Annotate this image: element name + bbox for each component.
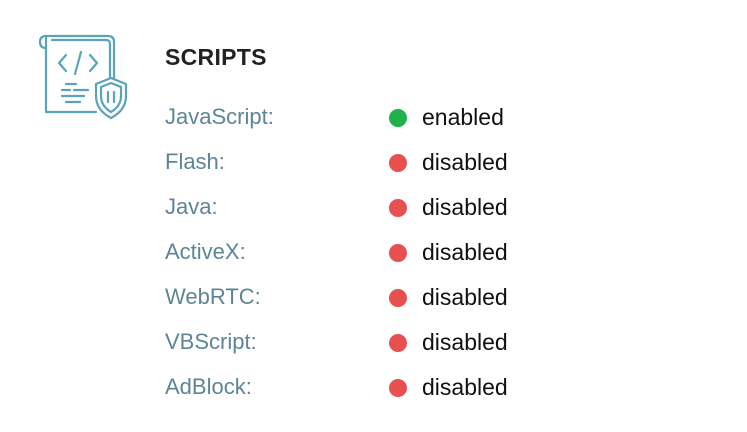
status-dot-icon	[389, 289, 407, 307]
setting-label: Flash:	[165, 149, 225, 174]
setting-label: JavaScript:	[165, 104, 274, 129]
list-item: ActiveX: disabled	[165, 232, 585, 277]
status-dot-icon	[389, 109, 407, 127]
status-dot-icon	[389, 199, 407, 217]
setting-label: ActiveX:	[165, 239, 246, 264]
status-value: disabled	[422, 284, 508, 310]
scripts-panel: SCRIPTS JavaScript: enabled Flash: disabled…	[0, 0, 747, 432]
settings-list: JavaScript: enabled Flash: disabled Java: dis…	[165, 97, 585, 412]
list-item: WebRTC: disabled	[165, 277, 585, 322]
setting-label: VBScript:	[165, 329, 257, 354]
status-dot-icon	[389, 334, 407, 352]
status-dot-icon	[389, 379, 407, 397]
list-item: Flash: disabled	[165, 142, 585, 187]
status-value: disabled	[422, 329, 508, 355]
status-value: disabled	[422, 194, 508, 220]
setting-label: WebRTC:	[165, 284, 261, 309]
section-title: SCRIPTS	[165, 44, 267, 70]
setting-label: Java:	[165, 194, 218, 219]
status-value: disabled	[422, 239, 508, 265]
list-item: JavaScript: enabled	[165, 97, 585, 142]
status-dot-icon	[389, 154, 407, 172]
status-value: enabled	[422, 104, 504, 130]
status-dot-icon	[389, 244, 407, 262]
status-value: disabled	[422, 149, 508, 175]
list-item: Java: disabled	[165, 187, 585, 232]
list-item: VBScript: disabled	[165, 322, 585, 367]
setting-label: AdBlock:	[165, 374, 252, 399]
list-item: AdBlock: disabled	[165, 367, 585, 412]
script-shield-icon	[36, 30, 130, 124]
status-value: disabled	[422, 374, 508, 400]
